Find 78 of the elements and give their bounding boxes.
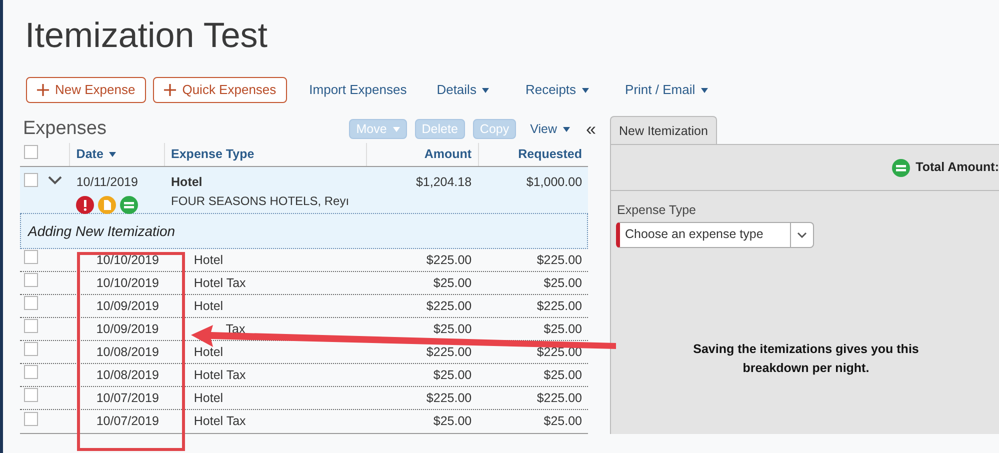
checkbox[interactable] xyxy=(24,365,38,380)
expense-type-select[interactable]: Choose an expense type xyxy=(616,222,814,248)
table-cell-text: $1,000.00 xyxy=(525,174,584,191)
checkbox[interactable] xyxy=(24,173,38,187)
checkbox[interactable] xyxy=(24,250,38,264)
total-label: Total Amount: xyxy=(916,159,999,176)
table-cell: Hotel Tax xyxy=(194,368,246,382)
table-cell-text: $1,204.18 xyxy=(414,174,473,191)
column-header[interactable]: Date xyxy=(76,145,116,164)
caret-icon xyxy=(392,126,400,132)
checkbox[interactable] xyxy=(24,296,38,310)
column-header[interactable]: Requested xyxy=(518,145,582,164)
checkbox[interactable] xyxy=(24,388,38,402)
plus-icon xyxy=(37,84,49,96)
checkbox[interactable] xyxy=(24,412,38,426)
caret-icon xyxy=(482,88,490,92)
column-header[interactable]: Amount xyxy=(424,145,472,164)
table-cell: $225.00 xyxy=(536,390,582,405)
table-cell: Hotel Tax xyxy=(194,276,246,290)
table-cell: Hotel xyxy=(194,298,224,313)
action-link[interactable]: Import Expenses xyxy=(307,80,409,100)
tab[interactable]: New Itemization xyxy=(610,116,717,145)
action-button[interactable]: New Expense xyxy=(26,77,146,103)
table-cell: $25.00 xyxy=(433,322,472,336)
table-cell: $25.00 xyxy=(433,368,472,382)
table-cell: 10/07/2019 xyxy=(96,414,159,428)
table-cell-text: FOUR SEASONS HOTELS, Reyı xyxy=(171,192,350,210)
equals-icon xyxy=(892,158,910,176)
table-cell: $25.00 xyxy=(544,368,582,382)
table-cell: 10/08/2019 xyxy=(96,344,159,359)
annotation-text: Saving the itemizations gives you this breakdown per night. xyxy=(692,340,920,377)
section-title: Expenses xyxy=(23,116,108,141)
table-cell-text: 10/11/2019 xyxy=(76,174,139,191)
chevron-icon xyxy=(797,232,807,238)
table-cell: $25.00 xyxy=(433,276,472,290)
action-button[interactable]: Quick Expenses xyxy=(153,77,288,103)
toolbar-button[interactable]: View xyxy=(524,119,576,139)
page-title: Itemization Test xyxy=(25,15,269,57)
table-cell: Tax xyxy=(226,322,246,336)
table-cell: $225.00 xyxy=(426,252,472,267)
checkbox[interactable] xyxy=(24,144,38,159)
table-cell: $225.00 xyxy=(426,344,472,359)
table-cell: $225.00 xyxy=(426,390,472,405)
table-cell: 10/09/2019 xyxy=(96,322,159,336)
table-cell: $25.00 xyxy=(544,276,582,290)
column-header[interactable]: Expense Type xyxy=(171,145,254,164)
menu-button[interactable]: Details xyxy=(428,80,498,100)
table-cell: $225.00 xyxy=(536,344,582,359)
sort-icon xyxy=(109,152,116,157)
collapse-button[interactable]: « xyxy=(586,116,596,142)
menu-button[interactable]: Receipts xyxy=(517,80,598,100)
table-cell: 10/10/2019 xyxy=(96,276,159,290)
caret-icon xyxy=(562,126,570,132)
table-cell: $25.00 xyxy=(544,322,582,336)
table-cell: Hotel xyxy=(194,252,224,267)
plus-icon xyxy=(164,84,176,96)
table-cell: $25.00 xyxy=(544,414,582,428)
checkbox[interactable] xyxy=(24,342,38,356)
field-label: Expense Type xyxy=(617,202,697,219)
checkbox[interactable] xyxy=(24,319,38,334)
caret-icon xyxy=(582,88,590,92)
table-cell: Hotel Tax xyxy=(194,414,246,428)
chevron-icon[interactable] xyxy=(48,176,62,185)
table-cell: 10/10/2019 xyxy=(96,252,159,267)
caret-icon xyxy=(701,88,708,92)
table-cell: 10/07/2019 xyxy=(96,390,159,405)
table-cell: $225.00 xyxy=(536,298,582,313)
table-cell: 10/08/2019 xyxy=(96,368,159,382)
table-cell: $225.00 xyxy=(536,252,582,267)
table-cell: 10/09/2019 xyxy=(96,298,159,313)
table-cell-text: Hotel xyxy=(171,174,204,191)
table-cell: Hotel xyxy=(194,344,224,359)
table-cell: $225.00 xyxy=(426,298,472,313)
table-cell: $25.00 xyxy=(433,414,472,428)
checkbox[interactable] xyxy=(24,273,38,288)
table-cell: Hotel xyxy=(194,390,224,405)
menu-button[interactable]: Print / Email xyxy=(617,80,716,100)
itemization-banner: Adding New Itemization xyxy=(20,213,588,249)
